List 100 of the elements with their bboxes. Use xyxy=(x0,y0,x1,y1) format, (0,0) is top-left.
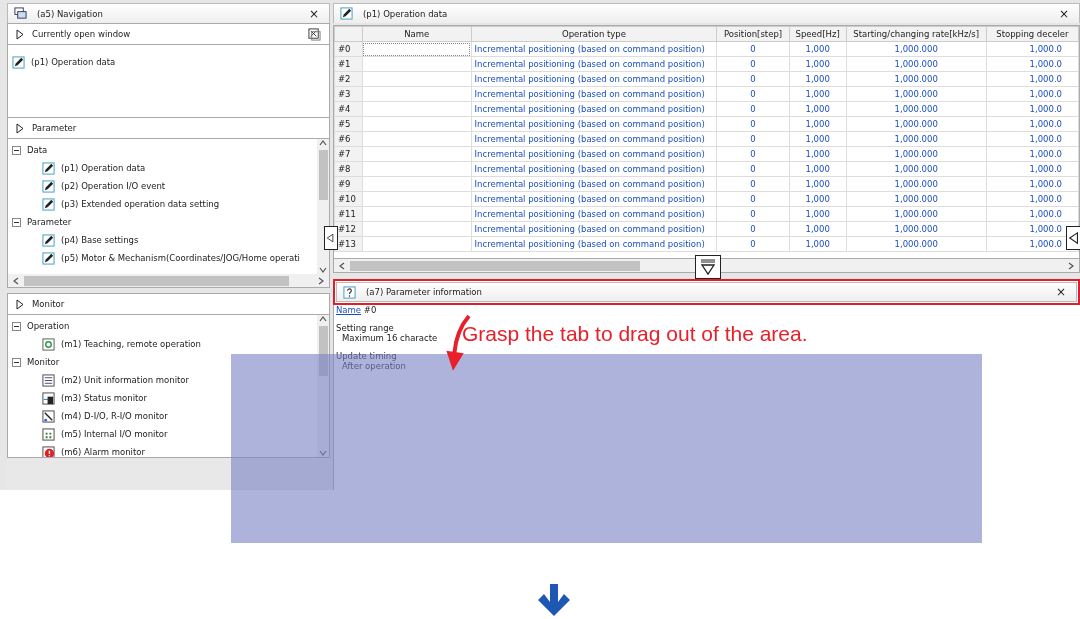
grid-icon xyxy=(42,427,55,441)
table-cell: 0 xyxy=(716,206,790,222)
collapse-icon[interactable] xyxy=(12,145,21,155)
table-cell: 1,000.000 xyxy=(846,146,987,162)
tab-title: (a5) Navigation xyxy=(37,8,104,19)
table-cell: 0 xyxy=(716,221,790,237)
table-cell: 0 xyxy=(716,191,790,207)
chevron-icon[interactable] xyxy=(1067,261,1075,270)
table-cell: Incremental positioning (based on command position) xyxy=(471,131,717,147)
section-header[interactable]: Monitor xyxy=(7,293,330,315)
table-cell: 1,000.0 xyxy=(986,161,1079,177)
table-cell: 1,000 xyxy=(789,56,847,72)
table-cell: 0 xyxy=(716,71,790,87)
operation-data-tab[interactable]: (p1) Operation data × xyxy=(333,3,1080,23)
chevron-icon[interactable] xyxy=(319,139,327,147)
tree-item[interactable]: (p5) Motor & Mechanism(Coordinates/JOG/Home operati xyxy=(61,253,300,263)
table-cell: 0 xyxy=(716,161,790,177)
tree-group-label[interactable]: Parameter xyxy=(27,217,72,227)
table-cell: 1,000.000 xyxy=(846,41,987,57)
tree-item[interactable]: (m1) Teaching, remote operation xyxy=(61,339,201,349)
chevron-icon[interactable] xyxy=(319,315,327,323)
table-cell: 1,000.0 xyxy=(986,116,1079,132)
edit-icon xyxy=(42,251,55,265)
table-cell: 1,000 xyxy=(789,41,847,57)
close-button[interactable]: × xyxy=(308,6,319,21)
help-icon xyxy=(343,285,356,299)
name-link[interactable]: Name xyxy=(336,305,362,315)
parameter-information-tab[interactable]: (a7) Parameter information × xyxy=(336,282,1077,302)
section-title: Parameter xyxy=(32,123,78,133)
table-cell: 1,000 xyxy=(789,221,847,237)
close-windows-icon[interactable] xyxy=(308,27,321,41)
tree-item[interactable]: (p1) Operation data xyxy=(61,163,146,173)
table-cell: 0 xyxy=(716,236,790,252)
splitter-handle[interactable] xyxy=(324,226,338,250)
table-cell: 1,000.0 xyxy=(986,86,1079,102)
tree-item[interactable]: (m6) Alarm monitor xyxy=(61,447,145,457)
table-cell: 1,000.000 xyxy=(846,71,987,87)
tree-group-label[interactable]: Data xyxy=(27,145,48,155)
tree-group-label[interactable]: Monitor xyxy=(27,357,60,367)
table-cell: Incremental positioning (based on command position) xyxy=(471,206,717,222)
tree-item[interactable]: (m5) Internal I/O monitor xyxy=(61,429,168,439)
table-cell: 1,000.000 xyxy=(846,191,987,207)
table-cell: 1,000.0 xyxy=(986,191,1079,207)
table-cell: 1,000.0 xyxy=(986,176,1079,192)
tree-item[interactable]: (m3) Status monitor xyxy=(61,393,148,403)
wiring-icon xyxy=(42,409,55,423)
splitter-handle[interactable] xyxy=(1066,226,1080,250)
table-cell: 0 xyxy=(716,56,790,72)
tree-item[interactable]: (p4) Base settings xyxy=(61,235,139,245)
chevron-icon[interactable] xyxy=(338,261,346,270)
close-button[interactable]: × xyxy=(1058,6,1069,21)
triangle-right-icon xyxy=(16,298,24,310)
table-cell: 0 xyxy=(716,101,790,117)
table-cell: 1,000.0 xyxy=(986,146,1079,162)
list-icon xyxy=(42,373,55,387)
horizontal-scrollbar[interactable] xyxy=(333,259,1080,273)
table-cell: 1,000 xyxy=(789,176,847,192)
table-cell: Incremental positioning (based on command position) xyxy=(471,41,717,57)
table-cell: Incremental positioning (based on command position) xyxy=(471,161,717,177)
name-value: #0 xyxy=(363,305,377,315)
close-button[interactable]: × xyxy=(1055,285,1066,299)
table-cell: 1,000.000 xyxy=(846,206,987,222)
tree-group-label[interactable]: Operation xyxy=(27,321,70,331)
table-cell: 1,000 xyxy=(789,116,847,132)
column-header[interactable]: Name xyxy=(362,26,472,42)
column-header[interactable]: Speed[Hz] xyxy=(789,26,847,42)
table-cell: 1,000.000 xyxy=(846,101,987,117)
tab-title: (a7) Parameter information xyxy=(366,287,483,297)
horizontal-scrollbar[interactable] xyxy=(7,274,330,288)
collapse-icon[interactable] xyxy=(12,357,21,367)
column-header[interactable]: Stopping deceler xyxy=(986,26,1079,42)
vertical-scrollbar[interactable] xyxy=(317,139,329,274)
triangle-right-icon xyxy=(16,122,24,134)
tab-title: (p1) Operation data xyxy=(363,8,449,19)
table-cell: 1,000.000 xyxy=(846,116,987,132)
collapse-icon[interactable] xyxy=(12,321,21,331)
open-window-item[interactable]: (p1) Operation data xyxy=(31,57,116,67)
table-cell: 1,000 xyxy=(789,146,847,162)
column-header[interactable]: Starting/changing rate[kHz/s] xyxy=(846,26,987,42)
tree-item[interactable]: (m2) Unit information monitor xyxy=(61,375,190,385)
chevron-icon[interactable] xyxy=(12,276,20,285)
vertical-scrollbar[interactable] xyxy=(317,315,329,457)
triangle-right-icon xyxy=(16,28,24,40)
table-cell: 1,000.000 xyxy=(846,176,987,192)
section-header[interactable]: Parameter xyxy=(7,117,330,139)
info-heading: Setting range xyxy=(336,323,394,333)
splitter-handle[interactable] xyxy=(695,255,721,279)
tree-item[interactable]: (p3) Extended operation data setting xyxy=(61,199,220,209)
table-cell: 1,000.000 xyxy=(846,236,987,252)
table-cell: 1,000.0 xyxy=(986,131,1079,147)
section-header[interactable]: Currently open window xyxy=(7,23,330,45)
table-cell: Incremental positioning (based on command position) xyxy=(471,116,717,132)
tree-item[interactable]: (m4) D-I/O, R-I/O monitor xyxy=(61,411,168,421)
tree-item[interactable]: (p2) Operation I/O event xyxy=(61,181,166,191)
collapse-icon[interactable] xyxy=(12,217,21,227)
column-header[interactable]: Position[step] xyxy=(716,26,790,42)
table-cell: Incremental positioning (based on command position) xyxy=(471,56,717,72)
navigation-tab[interactable]: (a5) Navigation × xyxy=(7,3,330,23)
column-header[interactable]: Operation type xyxy=(471,26,717,42)
table-cell: 1,000 xyxy=(789,206,847,222)
